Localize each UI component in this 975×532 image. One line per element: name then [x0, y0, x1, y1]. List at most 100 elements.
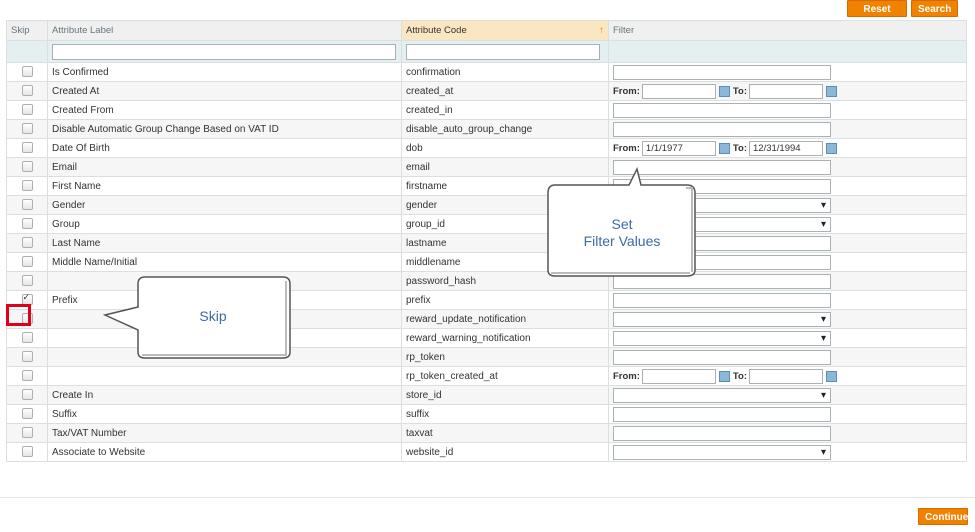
filter-text-input[interactable] [613, 349, 831, 365]
skip-checkbox[interactable] [21, 161, 33, 173]
to-date-input[interactable] [749, 368, 823, 384]
calendar-icon[interactable] [826, 142, 837, 154]
skip-cell [6, 62, 48, 82]
attribute-code-cell: reward_update_notification [401, 309, 609, 329]
attribute-label-cell: Group [47, 214, 402, 234]
skip-checkbox[interactable] [21, 446, 33, 458]
filter-select[interactable] [613, 311, 831, 327]
attribute-label-cell: Create In [47, 385, 402, 405]
table-row: Date Of Birth dob From: 1/1/1977 To: 12/31/19… [6, 138, 967, 158]
skip-checkbox[interactable] [21, 218, 33, 230]
attribute-grid: Skip Attribute Label Attribute Code ↑ Fil… [6, 20, 967, 462]
from-date-input[interactable] [641, 83, 716, 99]
attribute-code-cell: prefix [401, 290, 609, 310]
filter-select[interactable] [613, 387, 831, 403]
calendar-icon[interactable] [826, 85, 837, 97]
skip-checkbox[interactable] [21, 351, 33, 363]
table-row: Middle Name/Initial middlename [6, 252, 967, 272]
table-row: Created From created_in [6, 100, 967, 120]
table-row: Disable Automatic Group Change Based on … [6, 119, 967, 139]
calendar-icon[interactable] [718, 370, 730, 382]
skip-cell [6, 404, 48, 424]
filter-cell [608, 100, 967, 120]
filter-cell [608, 62, 967, 82]
filter-callout-line1: Set [611, 216, 633, 232]
column-header-code[interactable]: Attribute Code ↑ [401, 20, 609, 41]
calendar-icon[interactable] [718, 142, 730, 154]
skip-checkbox[interactable] [21, 142, 33, 154]
filter-cell: From: To: [608, 366, 967, 386]
to-date-input[interactable] [749, 83, 823, 99]
skip-checkbox[interactable] [21, 332, 33, 344]
date-range-filter: From: 1/1/1977 To: 12/31/1994 [613, 140, 838, 156]
table-row: Associate to Website website_id [6, 442, 967, 462]
attribute-code-cell: rp_token [401, 347, 609, 367]
label-filter-input[interactable] [52, 43, 396, 60]
skip-cell [6, 81, 48, 101]
code-filter-input[interactable] [406, 43, 600, 60]
skip-cell [6, 423, 48, 443]
calendar-icon[interactable] [826, 370, 837, 382]
filter-values-callout-text: Set Filter Values [548, 216, 696, 250]
table-row: Gender gender [6, 195, 967, 215]
skip-checkbox[interactable] [21, 237, 33, 249]
skip-checkbox[interactable] [21, 256, 33, 268]
reset-filter-button[interactable]: Reset Filter [847, 0, 907, 32]
continue-button[interactable]: Continue [918, 508, 968, 525]
filter-cell [608, 404, 967, 424]
skip-cell [6, 138, 48, 158]
from-date-input[interactable]: 1/1/1977 [641, 140, 716, 156]
skip-checkbox[interactable] [21, 199, 33, 211]
skip-checkbox[interactable] [21, 370, 33, 382]
attribute-code-cell: created_in [401, 100, 609, 120]
to-label: To: [732, 85, 747, 97]
filter-text-input[interactable] [613, 406, 831, 422]
from-date-input[interactable] [641, 368, 716, 384]
skip-cell [6, 271, 48, 291]
skip-checkbox[interactable] [21, 104, 33, 116]
search-button[interactable]: Search [911, 0, 958, 17]
attribute-code-cell: suffix [401, 404, 609, 424]
filter-text-input[interactable] [613, 121, 831, 137]
filter-cell-filter [608, 40, 967, 63]
table-row: First Name firstname [6, 176, 967, 196]
skip-checkbox[interactable] [21, 180, 33, 192]
filter-cell [608, 309, 967, 329]
skip-checkbox[interactable] [21, 66, 33, 78]
skip-checkbox[interactable] [21, 85, 33, 97]
attribute-code-cell: reward_warning_notification [401, 328, 609, 348]
table-row: Tax/VAT Number taxvat [6, 423, 967, 443]
filter-cell [608, 423, 967, 443]
filter-cell: From: 1/1/1977 To: 12/31/1994 [608, 138, 967, 158]
filter-text-input[interactable] [613, 64, 831, 80]
filter-text-input[interactable] [613, 292, 831, 308]
filter-cell: From: To: [608, 81, 967, 101]
column-header-label[interactable]: Attribute Label [47, 20, 402, 41]
from-label: From: [613, 142, 640, 154]
calendar-icon[interactable] [718, 85, 730, 97]
skip-cell [6, 385, 48, 405]
table-row: Suffix suffix [6, 404, 967, 424]
skip-checkbox[interactable] [21, 389, 33, 401]
table-row: rp_token_created_at From: To: [6, 366, 967, 386]
skip-checkbox[interactable] [21, 408, 33, 420]
filter-cell [608, 290, 967, 310]
to-date-input[interactable]: 12/31/1994 [749, 140, 823, 156]
skip-cell [6, 442, 48, 462]
attribute-code-cell: dob [401, 138, 609, 158]
filter-select[interactable] [613, 330, 831, 346]
column-header-skip[interactable]: Skip [6, 20, 48, 41]
column-header-code-label: Attribute Code [406, 25, 467, 36]
filter-select[interactable] [613, 444, 831, 460]
attribute-label-cell: Email [47, 157, 402, 177]
filter-text-input[interactable] [613, 425, 831, 441]
sort-arrow-icon: ↑ [599, 25, 604, 36]
skip-checkbox[interactable] [21, 427, 33, 439]
attribute-code-cell: confirmation [401, 62, 609, 82]
filter-text-input[interactable] [613, 102, 831, 118]
attribute-label-cell: Date Of Birth [47, 138, 402, 158]
skip-checkbox[interactable] [21, 123, 33, 135]
attribute-label-cell: Suffix [47, 404, 402, 424]
skip-checkbox[interactable] [21, 275, 33, 287]
attribute-label-cell [47, 366, 402, 386]
